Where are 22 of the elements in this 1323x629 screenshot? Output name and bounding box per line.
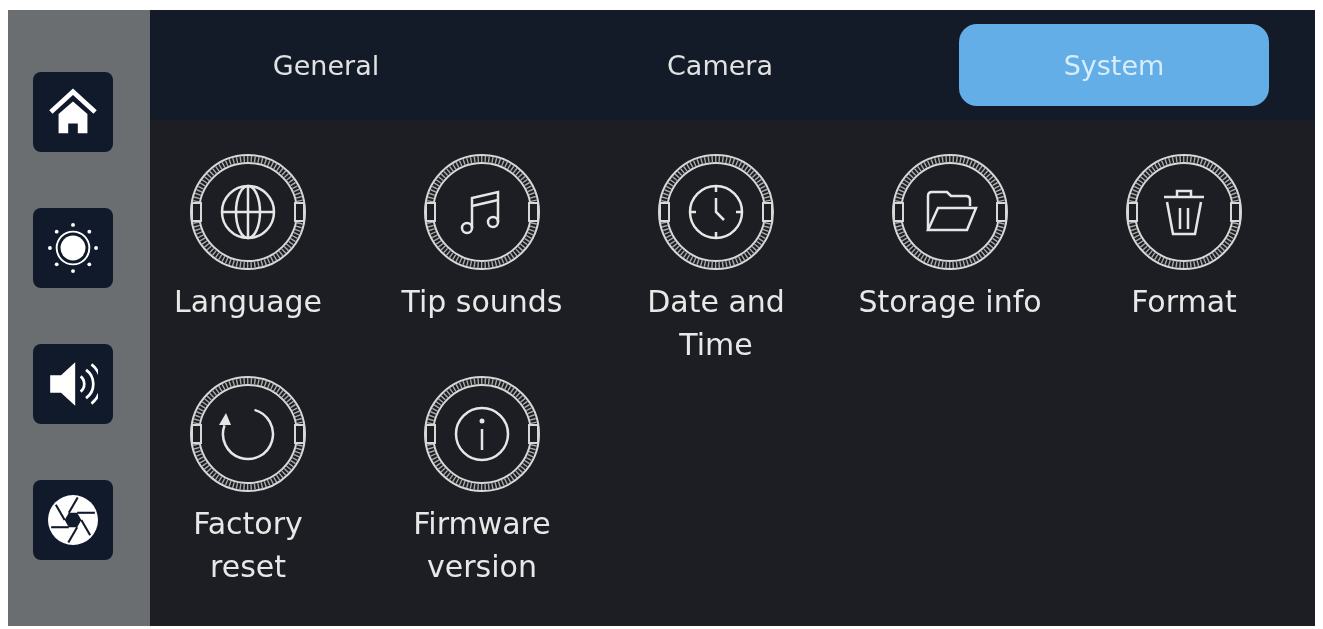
- trash-icon: [1125, 153, 1243, 271]
- globe-icon: [189, 153, 307, 271]
- settings-tile[interactable]: Firmware version: [387, 375, 577, 588]
- settings-tile[interactable]: Format: [1089, 153, 1279, 366]
- tab[interactable]: General: [171, 24, 481, 106]
- info-icon: [423, 375, 541, 493]
- sun-icon: [48, 223, 98, 273]
- sidebar-button[interactable]: [33, 344, 113, 424]
- folder-icon: [891, 153, 1009, 271]
- aperture-icon: [48, 495, 98, 545]
- settings-tile[interactable]: Date and Time: [621, 153, 811, 366]
- settings-tile[interactable]: Factory reset: [153, 375, 343, 588]
- circular-arrow-icon: [189, 375, 307, 493]
- sidebar-button[interactable]: [33, 480, 113, 560]
- settings-tile[interactable]: Storage info: [855, 153, 1045, 366]
- sidebar-button[interactable]: [33, 72, 113, 152]
- tab[interactable]: Camera: [565, 24, 875, 106]
- settings-tile[interactable]: Tip sounds: [387, 153, 577, 366]
- settings-tile[interactable]: Language: [153, 153, 343, 366]
- music-note-icon: [423, 153, 541, 271]
- clock-icon: [657, 153, 775, 271]
- sidebar-button[interactable]: [33, 208, 113, 288]
